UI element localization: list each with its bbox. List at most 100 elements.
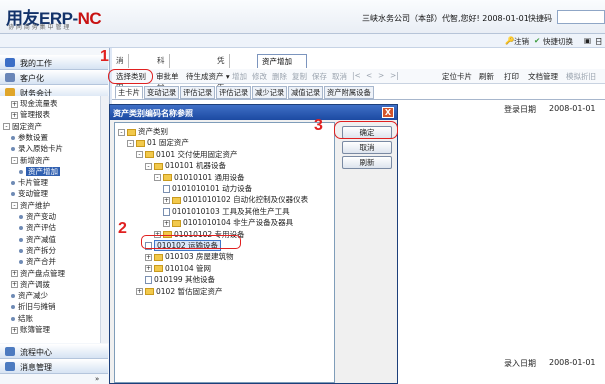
- switch-icon: ✔: [534, 36, 541, 45]
- document-icon: [163, 185, 170, 193]
- nav-customize[interactable]: 客户化: [0, 70, 108, 85]
- category-tree-item[interactable]: +010103 房屋建筑物: [145, 251, 234, 262]
- sidebar-tree-item[interactable]: 参数设置: [11, 132, 48, 143]
- expand-icon[interactable]: +: [145, 265, 152, 273]
- toolbar-item[interactable]: |<: [352, 71, 361, 80]
- card-subtab[interactable]: 评估记录: [216, 86, 252, 99]
- sidebar-tree-item[interactable]: - 资产维护: [11, 200, 50, 211]
- date-link[interactable]: 日: [595, 36, 603, 47]
- sidebar-tree-item[interactable]: 资产评估: [19, 222, 56, 233]
- shortcut-label: 快捷码: [528, 14, 552, 23]
- sidebar-tree-item[interactable]: - 新增资产: [11, 155, 50, 166]
- bullet-icon: [19, 169, 23, 174]
- close-icon[interactable]: X: [382, 107, 394, 118]
- chevron-down-icon[interactable]: »: [95, 375, 99, 383]
- category-tree-item[interactable]: - 01010101 通用设备: [154, 172, 245, 183]
- tab-message-center[interactable]: 消息中心: [112, 54, 129, 104]
- annotation-transport: [141, 235, 241, 249]
- category-label: 0101010101 动力设备: [172, 184, 253, 193]
- card-subtab[interactable]: 资产附属设备: [324, 86, 374, 99]
- toolbar-item[interactable]: 保存: [312, 71, 327, 82]
- expand-icon[interactable]: +: [136, 288, 143, 296]
- annotation-select-category: [108, 69, 153, 84]
- sidebar-tree-item[interactable]: 资产合并: [19, 256, 56, 267]
- nav-my-work[interactable]: 我的工作: [0, 55, 108, 70]
- collapse-icon[interactable]: -: [118, 128, 125, 136]
- entry-date-label: 录入日期: [504, 359, 536, 368]
- toolbar-item[interactable]: 删除: [272, 71, 287, 82]
- toolbar-item[interactable]: 模拟折旧: [566, 71, 596, 82]
- expand-icon[interactable]: +: [163, 196, 170, 204]
- sidebar-tree-item[interactable]: 资产变动: [19, 211, 56, 222]
- category-tree-item[interactable]: 0101010101 动力设备: [163, 183, 252, 194]
- category-tree-item[interactable]: - 0101 交付使用固定资产: [136, 149, 237, 160]
- nav-label: 流程中心: [20, 348, 52, 357]
- category-tree-item[interactable]: +0102 暂估固定资产: [136, 286, 222, 297]
- sidebar-tree-item[interactable]: 卡片管理: [11, 177, 48, 188]
- toolbar-item[interactable]: >: [378, 71, 384, 80]
- toolbar-item[interactable]: 增加: [232, 71, 247, 82]
- toolbar-item[interactable]: 复制: [292, 71, 307, 82]
- tree-scrollbar[interactable]: [100, 96, 109, 343]
- card-subtab[interactable]: 主卡片: [115, 86, 143, 99]
- sidebar-tree-item[interactable]: 折旧与摊销: [11, 301, 56, 312]
- expand-icon[interactable]: +: [145, 253, 152, 261]
- toolbar-item[interactable]: 定位卡片: [442, 71, 472, 82]
- cancel-button[interactable]: 取消: [342, 141, 392, 154]
- sidebar-tree-item[interactable]: + 现金流量表: [11, 98, 58, 109]
- sidebar-tree-item[interactable]: 结账: [11, 313, 33, 324]
- category-tree-item[interactable]: - 资产类别: [118, 126, 168, 137]
- tab-voucher-generate[interactable]: 凭证生成: [213, 54, 230, 104]
- collapse-icon[interactable]: -: [127, 139, 134, 147]
- tree-item-label: 新增资产: [20, 155, 50, 165]
- card-subtab[interactable]: 减值记录: [288, 86, 324, 99]
- toolbar-item[interactable]: >|: [390, 71, 399, 80]
- category-tree-item[interactable]: +0101010104 非生产设备及器具: [163, 217, 293, 228]
- category-tree-item[interactable]: - 010101 机器设备: [145, 160, 226, 171]
- nav-label: 客户化: [20, 74, 44, 83]
- tree-item-label: 现金流量表: [20, 99, 58, 108]
- expand-icon[interactable]: +: [163, 219, 170, 227]
- toolbar-item[interactable]: 待生成资产 ▾: [186, 71, 230, 82]
- category-tree-item[interactable]: +010104 管网: [145, 263, 211, 274]
- sidebar-tree-item[interactable]: 变动管理: [11, 188, 48, 199]
- category-label: 010103 房屋建筑物: [165, 252, 234, 262]
- toolbar-item[interactable]: 取消: [332, 71, 347, 82]
- sidebar-tree-item[interactable]: + 资产调拨: [11, 279, 50, 290]
- folder-icon: [172, 219, 181, 227]
- refresh-button[interactable]: 刷新: [342, 156, 392, 169]
- category-tree-item[interactable]: 0101010103 工具及其他生产工具: [163, 206, 290, 217]
- collapse-icon[interactable]: -: [154, 174, 161, 182]
- sidebar-tree-item[interactable]: - 固定资产: [3, 121, 42, 132]
- tab-asset-add[interactable]: 资产增加: [257, 54, 307, 68]
- nav-message[interactable]: 消息管理: [0, 359, 108, 374]
- category-tree-item[interactable]: +0101010102 自动化控制及仪器仪表: [163, 194, 308, 205]
- card-subtab[interactable]: 变动记录: [144, 86, 180, 99]
- collapse-icon[interactable]: -: [145, 162, 152, 170]
- shortcut-input[interactable]: [557, 10, 605, 24]
- sidebar-tree-item[interactable]: + 资产盘点管理: [11, 268, 65, 279]
- nav-process-center[interactable]: 流程中心: [0, 344, 108, 359]
- category-tree-item[interactable]: - 01 固定资产: [127, 137, 189, 148]
- sidebar-tree-item[interactable]: 资产拆分: [19, 245, 56, 256]
- logout-link[interactable]: 注销: [514, 36, 529, 47]
- toolbar-item[interactable]: 文档管理: [528, 71, 558, 82]
- card-subtab[interactable]: 评估记录: [180, 86, 216, 99]
- sidebar-tree-item[interactable]: + 管理报表: [11, 109, 50, 120]
- card-subtab[interactable]: 减少记录: [252, 86, 288, 99]
- toolbar-item[interactable]: 修改: [252, 71, 267, 82]
- collapse-icon[interactable]: -: [136, 151, 143, 159]
- sidebar-tree-item[interactable]: 资产减少: [11, 290, 48, 301]
- tree-item-label: 资产维护: [20, 200, 50, 210]
- toolbar-item[interactable]: 打印: [504, 71, 519, 82]
- sidebar-tree-item[interactable]: 资产减值: [19, 234, 56, 245]
- sidebar-tree-item[interactable]: + 账簿管理: [11, 324, 50, 335]
- sidebar-tree-item[interactable]: 资产增加: [19, 166, 60, 177]
- sidebar-tree-item[interactable]: 录入原始卡片: [11, 143, 63, 154]
- toolbar-item[interactable]: <: [366, 71, 372, 80]
- quick-switch-link[interactable]: 快捷切换: [543, 36, 573, 47]
- category-tree-item[interactable]: 010199 其他设备: [145, 274, 215, 285]
- toolbar-item[interactable]: 刷新: [479, 71, 494, 82]
- tab-subject-category[interactable]: 科目分类定义: [153, 54, 170, 130]
- toolbar-item[interactable]: 审批单: [156, 71, 179, 82]
